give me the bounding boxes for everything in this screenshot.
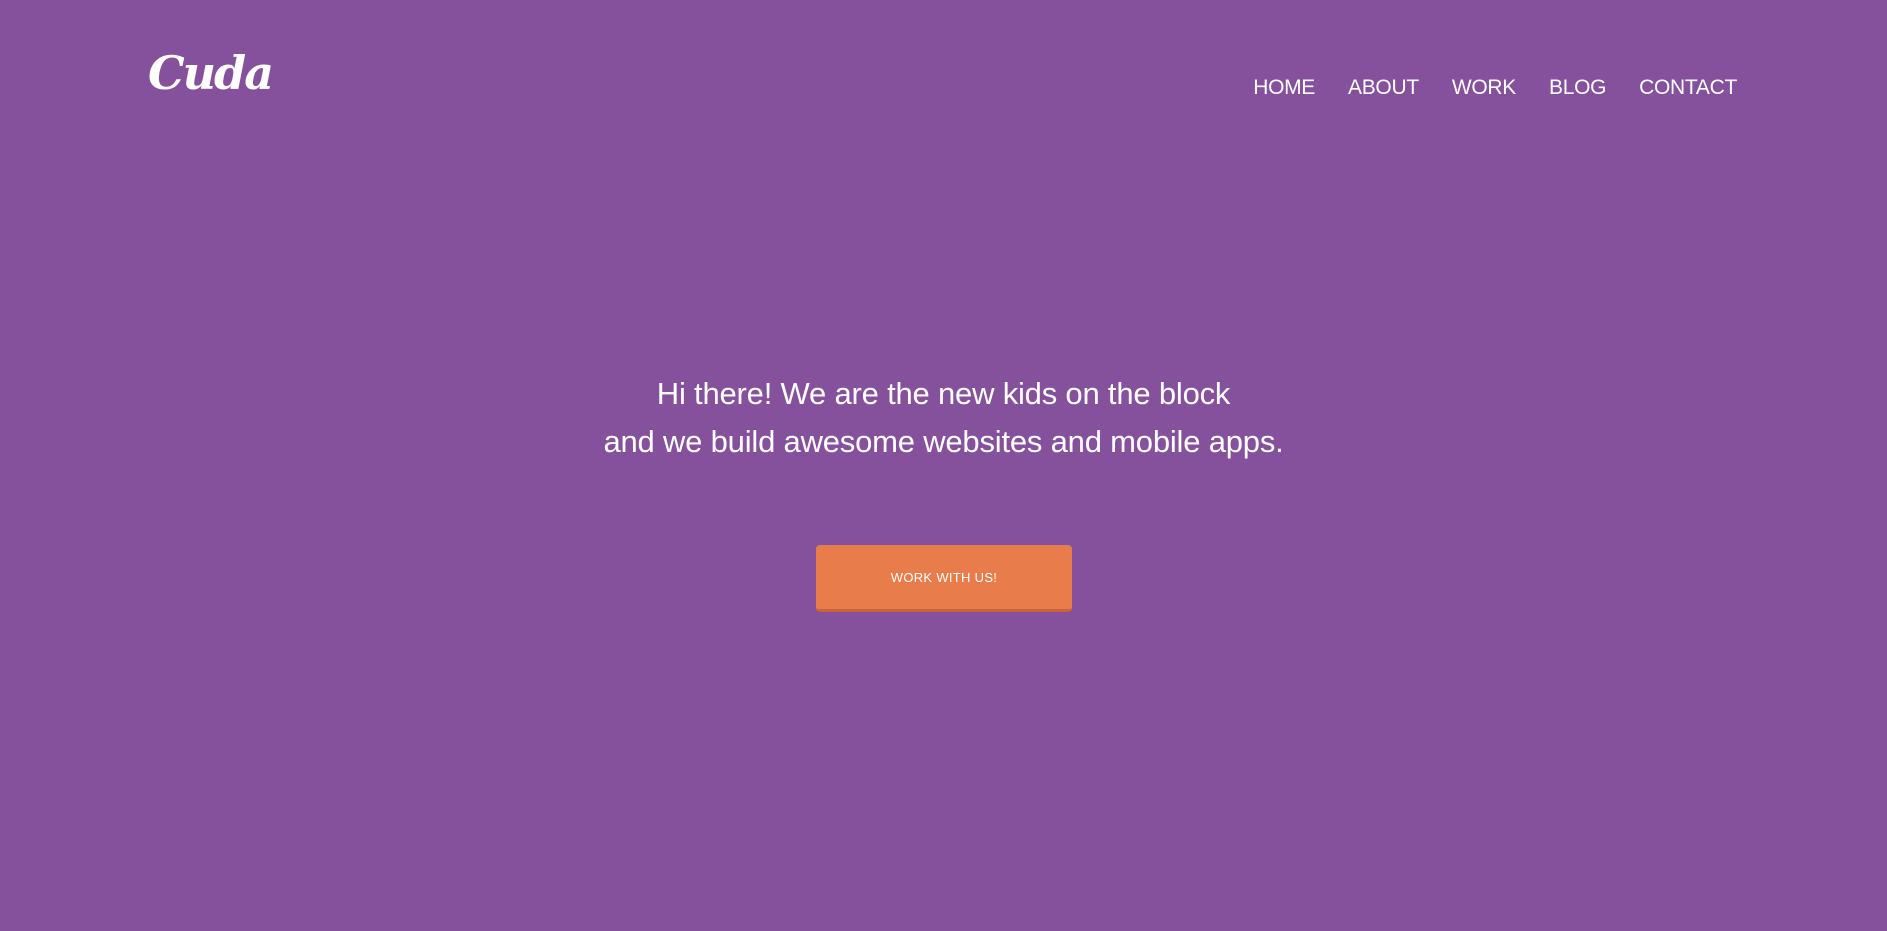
hero-heading-line-2: and we build awesome websites and mobile… bbox=[603, 424, 1284, 459]
hero-heading-line-1: Hi there! We are the new kids on the blo… bbox=[656, 376, 1231, 411]
main-nav: HOME ABOUT WORK BLOG CONTACT bbox=[1253, 76, 1737, 100]
nav-item-about[interactable]: ABOUT bbox=[1348, 76, 1419, 100]
nav-item-contact[interactable]: CONTACT bbox=[1639, 76, 1737, 100]
hero-section: Hi there! We are the new kids on the blo… bbox=[0, 370, 1887, 466]
nav-item-blog[interactable]: BLOG bbox=[1549, 76, 1606, 100]
nav-item-home[interactable]: HOME bbox=[1253, 76, 1315, 100]
logo[interactable]: Cuda bbox=[148, 50, 274, 96]
nav-item-work[interactable]: WORK bbox=[1452, 76, 1516, 100]
site-header: Cuda HOME ABOUT WORK BLOG CONTACT bbox=[0, 0, 1887, 140]
work-with-us-button[interactable]: WORK WITH US! bbox=[816, 545, 1072, 612]
